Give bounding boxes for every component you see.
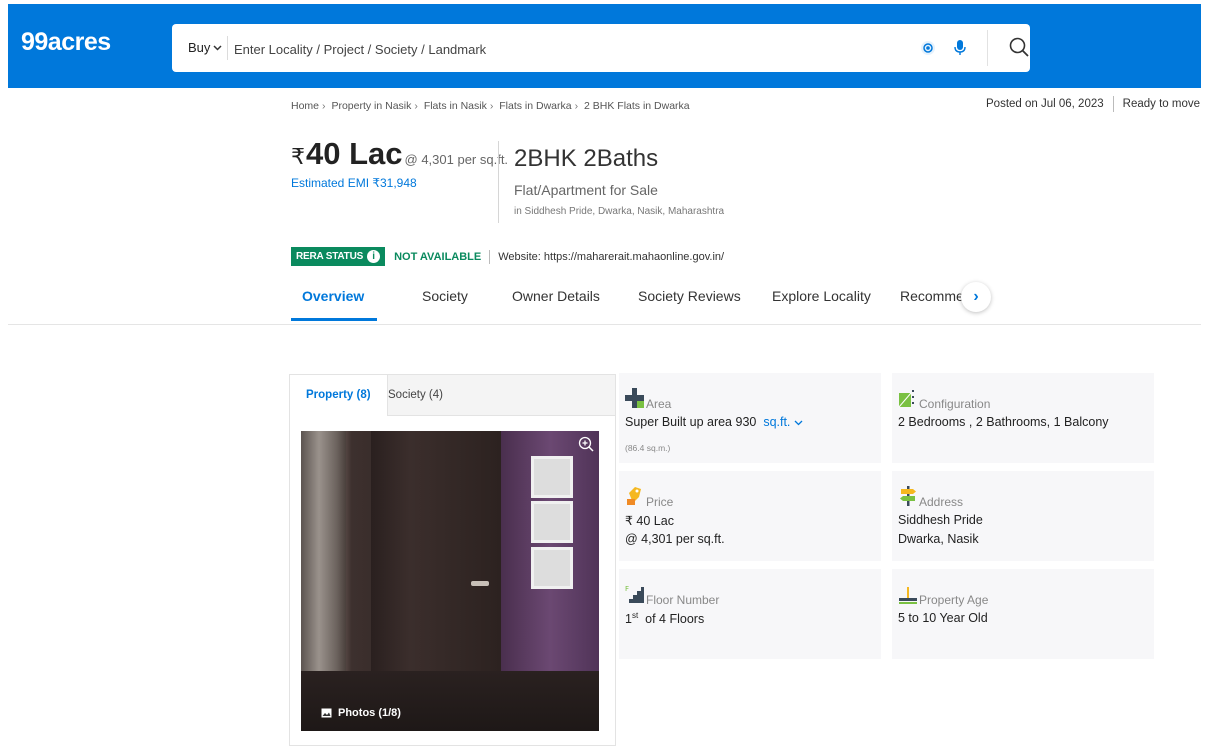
search-icon[interactable] (1008, 36, 1030, 58)
rera-row: RERA STATUS i NOT AVAILABLE Website: htt… (291, 247, 724, 266)
address-line-1: Siddhesh Pride (898, 513, 983, 527)
signpost-icon (900, 486, 916, 506)
search-input[interactable] (232, 34, 876, 64)
buy-dropdown[interactable]: Buy (188, 40, 222, 55)
config-title: 2BHK 2Baths (514, 145, 659, 172)
possession-status: Ready to move (1122, 98, 1201, 110)
breadcrumb-item[interactable]: Flats in Dwarka (499, 100, 571, 112)
rera-label: RERA STATUS (296, 251, 364, 262)
photo-detail (531, 547, 573, 589)
floor-icon: F (625, 585, 644, 603)
detail-label: Address (919, 495, 964, 509)
detail-value: Super Built up area 930 sq.ft. (625, 415, 803, 429)
tab-overview[interactable]: Overview (302, 288, 364, 304)
detail-address: Address Siddhesh Pride Dwarka, Nasik (892, 471, 1154, 561)
rupee-symbol: ₹ (291, 144, 305, 169)
area-unit-dropdown[interactable]: sq.ft. (760, 415, 803, 429)
divider (498, 141, 499, 223)
tab-explore-locality[interactable]: Explore Locality (772, 288, 871, 304)
area-value: Super Built up area 930 (625, 415, 757, 429)
photos-count-button[interactable]: Photos (1/8) (321, 707, 401, 719)
divider (8, 324, 1201, 325)
property-age-icon (899, 587, 917, 604)
photo-gallery: Property (8) Society (4) Photos (1/8) (289, 374, 616, 746)
breadcrumb-item[interactable]: Property in Nasik (331, 100, 411, 112)
configuration-icon (898, 390, 914, 408)
photos-count: Photos (1/8) (338, 707, 401, 719)
breadcrumb-item[interactable]: 2 BHK Flats in Dwarka (584, 100, 690, 112)
area-unit: sq.ft. (763, 415, 791, 429)
page: 99acres Buy Home› Proper (8, 4, 1201, 746)
detail-label: Price (646, 495, 674, 509)
gallery-tab-society[interactable]: Society (4) (372, 375, 459, 415)
buy-label: Buy (188, 40, 211, 55)
emi-link[interactable]: Estimated EMI ₹31,948 (291, 176, 508, 190)
gallery-tabs: Property (8) Society (4) (290, 375, 615, 416)
tab-society-reviews[interactable]: Society Reviews (638, 288, 741, 304)
area-icon (625, 388, 644, 408)
rera-website: Website: https://maharerait.mahaonline.g… (498, 250, 725, 263)
posted-info: Posted on Jul 06, 2023 Ready to move (986, 96, 1200, 112)
detail-label: Property Age (919, 593, 989, 607)
detail-floor: F Floor Number 1st of 4 Floors (619, 569, 881, 659)
price-per-sqft: @ 4,301 per sq.ft. (404, 152, 509, 167)
photo-detail (301, 671, 599, 731)
svg-text:F: F (625, 585, 629, 593)
price: ₹ 40 Lac @ 4,301 per sq.ft. (291, 136, 508, 172)
config-block: 2BHK 2Baths Flat/Apartment for Sale in S… (514, 145, 724, 217)
divider (987, 30, 988, 66)
price-value: ₹ 40 Lac (625, 514, 674, 528)
tab-society[interactable]: Society (422, 288, 468, 304)
photo-detail (471, 581, 489, 586)
price-per-sqft-value: @ 4,301 per sq.ft. (625, 532, 725, 546)
floor-value: 1st of 4 Floors (625, 611, 704, 626)
price-amount: 40 Lac (306, 136, 403, 171)
property-photo[interactable]: Photos (1/8) (301, 431, 599, 731)
posted-date: Posted on Jul 06, 2023 (986, 98, 1104, 110)
floor-number: 1 (625, 612, 632, 627)
property-age-value: 5 to 10 Year Old (898, 611, 988, 625)
detail-label: Configuration (919, 397, 991, 411)
divider (227, 36, 228, 60)
section-tabs: Overview Society Owner Details Society R… (291, 280, 1191, 324)
rera-value: NOT AVAILABLE (394, 250, 482, 263)
active-tab-indicator (291, 318, 377, 321)
detail-configuration: Configuration 2 Bedrooms , 2 Bathrooms, … (892, 373, 1154, 463)
address-line-2: Dwarka, Nasik (898, 532, 979, 546)
detail-property-age: Property Age 5 to 10 Year Old (892, 569, 1154, 659)
tabs-next-button[interactable]: › (961, 282, 991, 312)
detail-price: Price ₹ 40 Lac @ 4,301 per sq.ft. (619, 471, 881, 561)
floor-total: of 4 Floors (645, 612, 705, 627)
chevron-down-icon (794, 420, 803, 426)
chevron-down-icon (213, 44, 222, 51)
floor-suffix: st (631, 611, 639, 620)
top-header: 99acres Buy (8, 4, 1201, 88)
zoom-in-icon[interactable] (578, 436, 594, 452)
breadcrumb: Home › Property in Nasik › Flats in Nasik ›… (291, 100, 690, 112)
area-sqm: (86.4 sq.m.) (625, 443, 671, 453)
chevron-right-icon: › (973, 288, 979, 305)
locate-me-icon[interactable] (920, 40, 936, 56)
breadcrumb-item[interactable]: Flats in Nasik (424, 100, 487, 112)
detail-area: Area Super Built up area 930 sq.ft. (86.… (619, 373, 881, 463)
image-icon (321, 708, 332, 718)
detail-label: Area (646, 397, 672, 411)
detail-label: Floor Number (646, 593, 720, 607)
breadcrumb-item[interactable]: Home (291, 100, 319, 112)
property-type: Flat/Apartment for Sale (514, 182, 658, 198)
price-tag-icon (627, 487, 641, 505)
search-bar: Buy (172, 24, 1030, 72)
microphone-icon[interactable] (952, 39, 968, 57)
info-icon[interactable]: i (367, 250, 381, 263)
property-location: in Siddhesh Pride, Dwarka, Nasik, Mahara… (514, 206, 725, 217)
price-block: ₹ 40 Lac @ 4,301 per sq.ft. Estimated EM… (291, 136, 508, 190)
site-logo[interactable]: 99acres (21, 28, 111, 57)
tab-owner-details[interactable]: Owner Details (512, 288, 600, 304)
photo-detail (531, 456, 573, 498)
rera-status-badge: RERA STATUS i (291, 247, 386, 266)
photo-detail (531, 501, 573, 543)
configuration-value: 2 Bedrooms , 2 Bathrooms, 1 Balcony (898, 415, 1109, 429)
